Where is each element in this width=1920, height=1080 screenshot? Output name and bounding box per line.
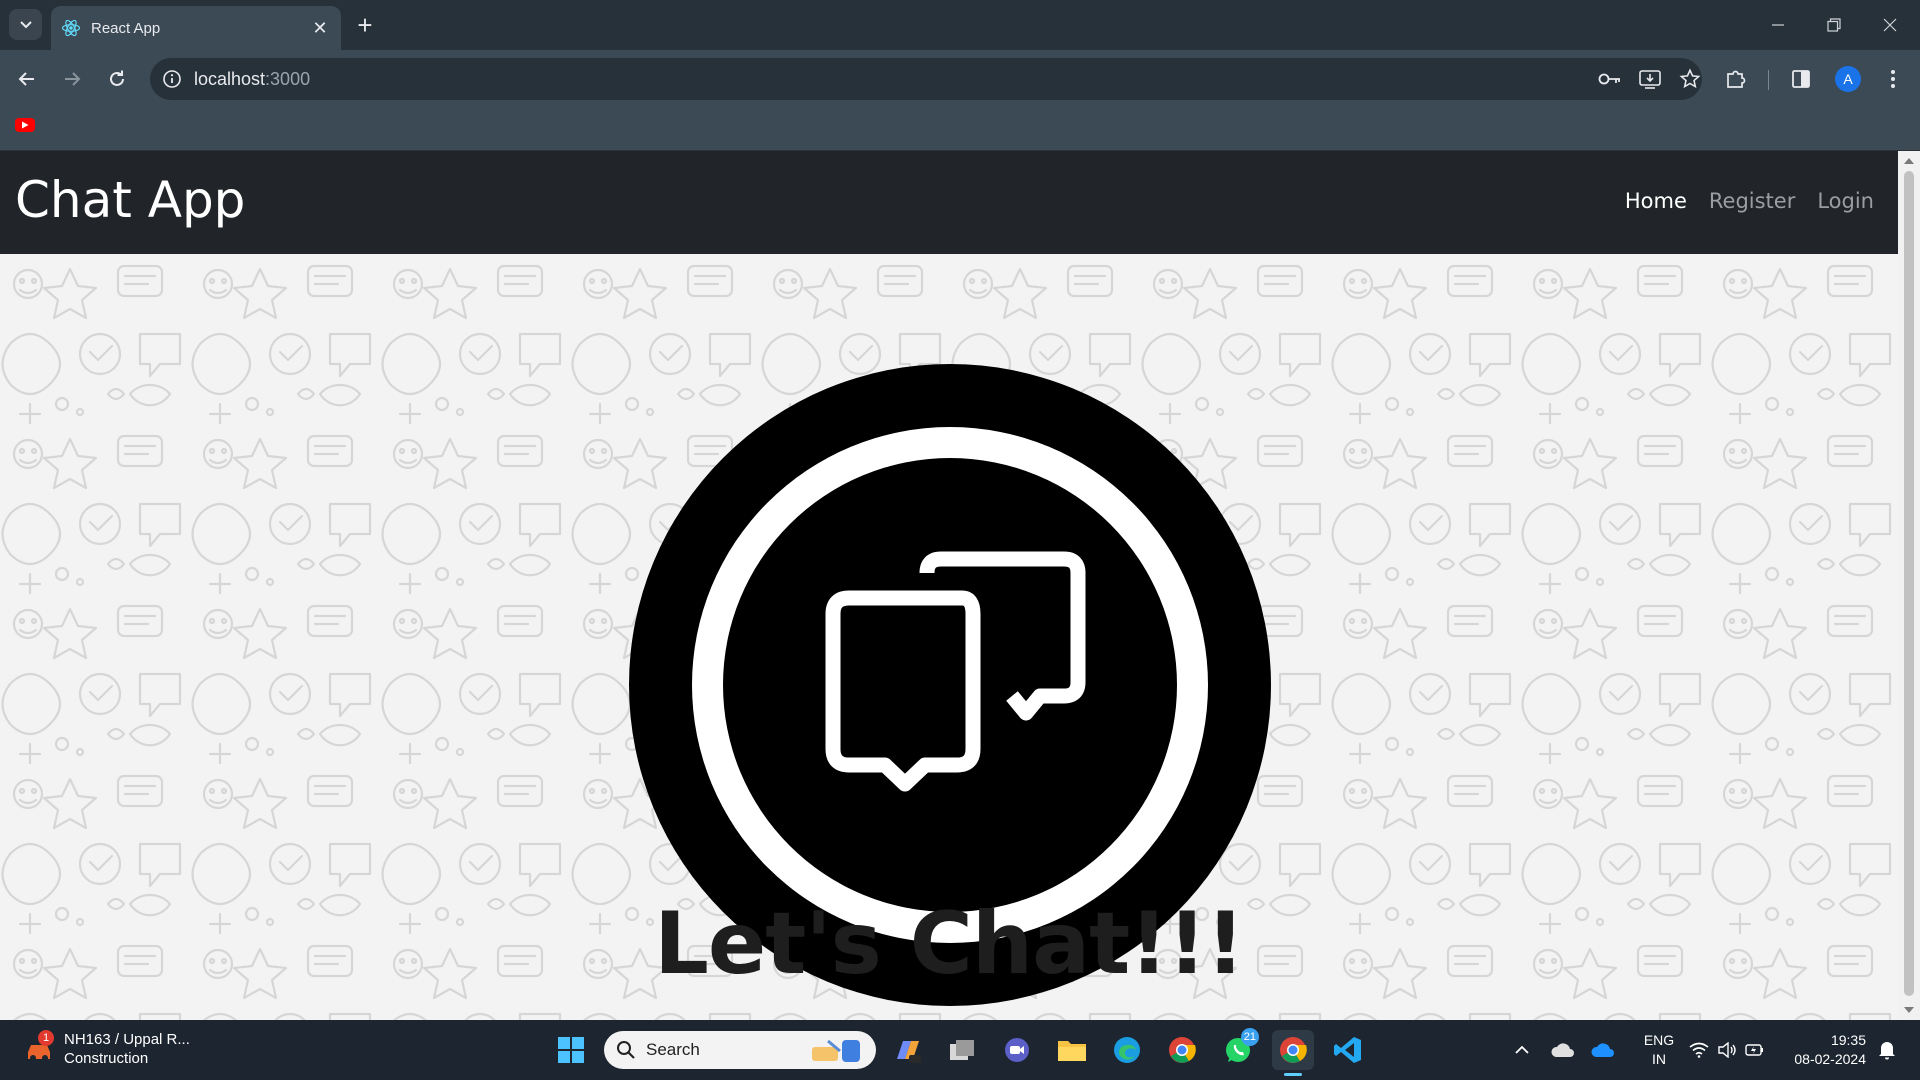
windows-logo-icon	[558, 1037, 584, 1063]
lang-region: IN	[1652, 1051, 1666, 1067]
url-port: :3000	[265, 68, 311, 89]
onedrive-personal-icon[interactable]	[1548, 1030, 1578, 1070]
vscode-button[interactable]	[1327, 1030, 1369, 1070]
teams-app-button[interactable]	[996, 1030, 1038, 1070]
whatsapp-button[interactable]: 21	[1217, 1028, 1259, 1070]
scrollbar-thumb[interactable]	[1904, 171, 1914, 996]
nav-home-link[interactable]: Home	[1625, 189, 1687, 213]
weather-subtitle: Construction	[64, 1050, 149, 1067]
folder-icon	[1058, 1041, 1086, 1061]
clock-time: 19:35	[1830, 1032, 1866, 1048]
nav-login-link[interactable]: Login	[1817, 189, 1874, 213]
arrow-left-icon	[18, 72, 34, 86]
edge-browser-button[interactable]	[1106, 1030, 1148, 1070]
volume-icon[interactable]	[1714, 1030, 1740, 1070]
doodle-background: Let's Chat!!!	[0, 254, 1898, 1020]
file-explorer-button[interactable]	[1051, 1030, 1093, 1070]
minimize-button[interactable]	[1750, 0, 1806, 50]
nav-register-link[interactable]: Register	[1709, 189, 1795, 213]
forward-button[interactable]	[55, 62, 89, 96]
edge-icon	[1114, 1037, 1140, 1063]
clock-date: 08-02-2024	[1794, 1051, 1866, 1067]
chrome-profile-button[interactable]	[1272, 1030, 1314, 1076]
weather-title: NH163 / Uppal R...	[64, 1031, 190, 1048]
task-view-icon	[950, 1040, 974, 1060]
task-view-button[interactable]	[941, 1030, 983, 1070]
whatsapp-badge: 21	[1240, 1028, 1259, 1046]
brand-logo-text[interactable]: Chat App	[15, 171, 245, 229]
avatar: A	[1835, 66, 1861, 92]
vscode-icon	[1334, 1037, 1361, 1063]
taskbar-search-box[interactable]: Search	[604, 1031, 876, 1069]
chrome-icon	[1169, 1037, 1196, 1063]
reload-button[interactable]	[100, 62, 134, 96]
youtube-icon[interactable]	[15, 118, 35, 132]
url-host: localhost	[194, 68, 266, 89]
search-highlight-icon	[812, 1039, 860, 1062]
notification-bell-icon[interactable]	[1872, 1030, 1902, 1070]
scroll-down-icon[interactable]	[1903, 1004, 1915, 1016]
close-icon	[1883, 18, 1897, 32]
tab-title: React App	[91, 19, 161, 37]
toolbar-divider	[1768, 70, 1769, 90]
video-chat-icon	[1005, 1038, 1029, 1062]
input-language-indicator[interactable]: ENG IN	[1636, 1031, 1682, 1069]
side-panel-icon	[1792, 70, 1810, 88]
system-clock[interactable]: 19:35 08-02-2024	[1778, 1031, 1866, 1069]
nav-links: Home Register Login	[1625, 189, 1874, 213]
lang-code: ENG	[1643, 1032, 1675, 1048]
onedrive-business-icon[interactable]	[1588, 1030, 1618, 1070]
chrome-icon	[1280, 1037, 1307, 1063]
restore-button[interactable]	[1806, 0, 1862, 50]
bookmarks-bar	[0, 107, 1920, 151]
arrow-right-icon	[65, 72, 81, 86]
back-button[interactable]	[10, 62, 44, 96]
scroll-up-icon[interactable]	[1903, 155, 1915, 167]
browser-menu-button[interactable]	[1875, 62, 1911, 96]
search-icon	[617, 1041, 635, 1059]
page-scrollbar[interactable]	[1898, 151, 1920, 1020]
minimize-icon	[1772, 24, 1784, 26]
start-button[interactable]	[550, 1030, 592, 1070]
bookmark-star-icon[interactable]	[1670, 58, 1710, 100]
traffic-car-icon: 1	[24, 1030, 54, 1064]
install-app-icon[interactable]	[1630, 58, 1670, 100]
restore-icon	[1827, 18, 1841, 32]
chrome-button[interactable]	[1161, 1030, 1203, 1070]
react-icon	[61, 18, 81, 38]
profile-button[interactable]: A	[1830, 62, 1866, 96]
extensions-button[interactable]	[1718, 62, 1754, 96]
more-vertical-icon	[1891, 70, 1895, 88]
weather-badge: 1	[38, 1030, 54, 1046]
browser-tab-bar: React App ✕ +	[0, 0, 1920, 50]
copilot-app-button[interactable]	[887, 1030, 929, 1070]
hero-heading: Let's Chat!!!	[654, 894, 1245, 994]
tab-search-button[interactable]	[9, 9, 42, 40]
puzzle-icon	[1727, 70, 1746, 88]
password-key-icon[interactable]	[1590, 58, 1630, 100]
url-text[interactable]: localhost:3000	[194, 69, 310, 90]
site-info-icon[interactable]	[150, 69, 194, 89]
chevron-up-icon	[1515, 1045, 1529, 1054]
side-panel-button[interactable]	[1783, 62, 1819, 96]
app-navbar: Chat App Home Register Login	[0, 151, 1898, 254]
battery-icon[interactable]	[1742, 1030, 1768, 1070]
close-window-button[interactable]	[1862, 0, 1918, 50]
active-app-indicator	[1284, 1073, 1302, 1076]
wifi-icon[interactable]	[1686, 1030, 1712, 1070]
page-viewport: Chat App Home Register Login Let's Chat!…	[0, 151, 1920, 1020]
search-placeholder: Search	[646, 1040, 700, 1059]
chevron-down-icon	[19, 20, 32, 28]
windows-taskbar: 1 NH163 / Uppal R... Construction Search…	[0, 1020, 1920, 1080]
show-hidden-icons-button[interactable]	[1508, 1030, 1536, 1070]
copilot-icon	[897, 1041, 921, 1063]
address-bar[interactable]: localhost:3000	[150, 58, 1702, 100]
close-tab-icon[interactable]: ✕	[305, 13, 335, 43]
browser-toolbar: localhost:3000 A	[0, 50, 1920, 107]
weather-widget[interactable]: 1 NH163 / Uppal R... Construction	[24, 1030, 190, 1068]
reload-icon	[110, 70, 124, 86]
new-tab-button[interactable]: +	[350, 10, 380, 40]
browser-tab-react-app[interactable]: React App ✕	[51, 6, 341, 50]
